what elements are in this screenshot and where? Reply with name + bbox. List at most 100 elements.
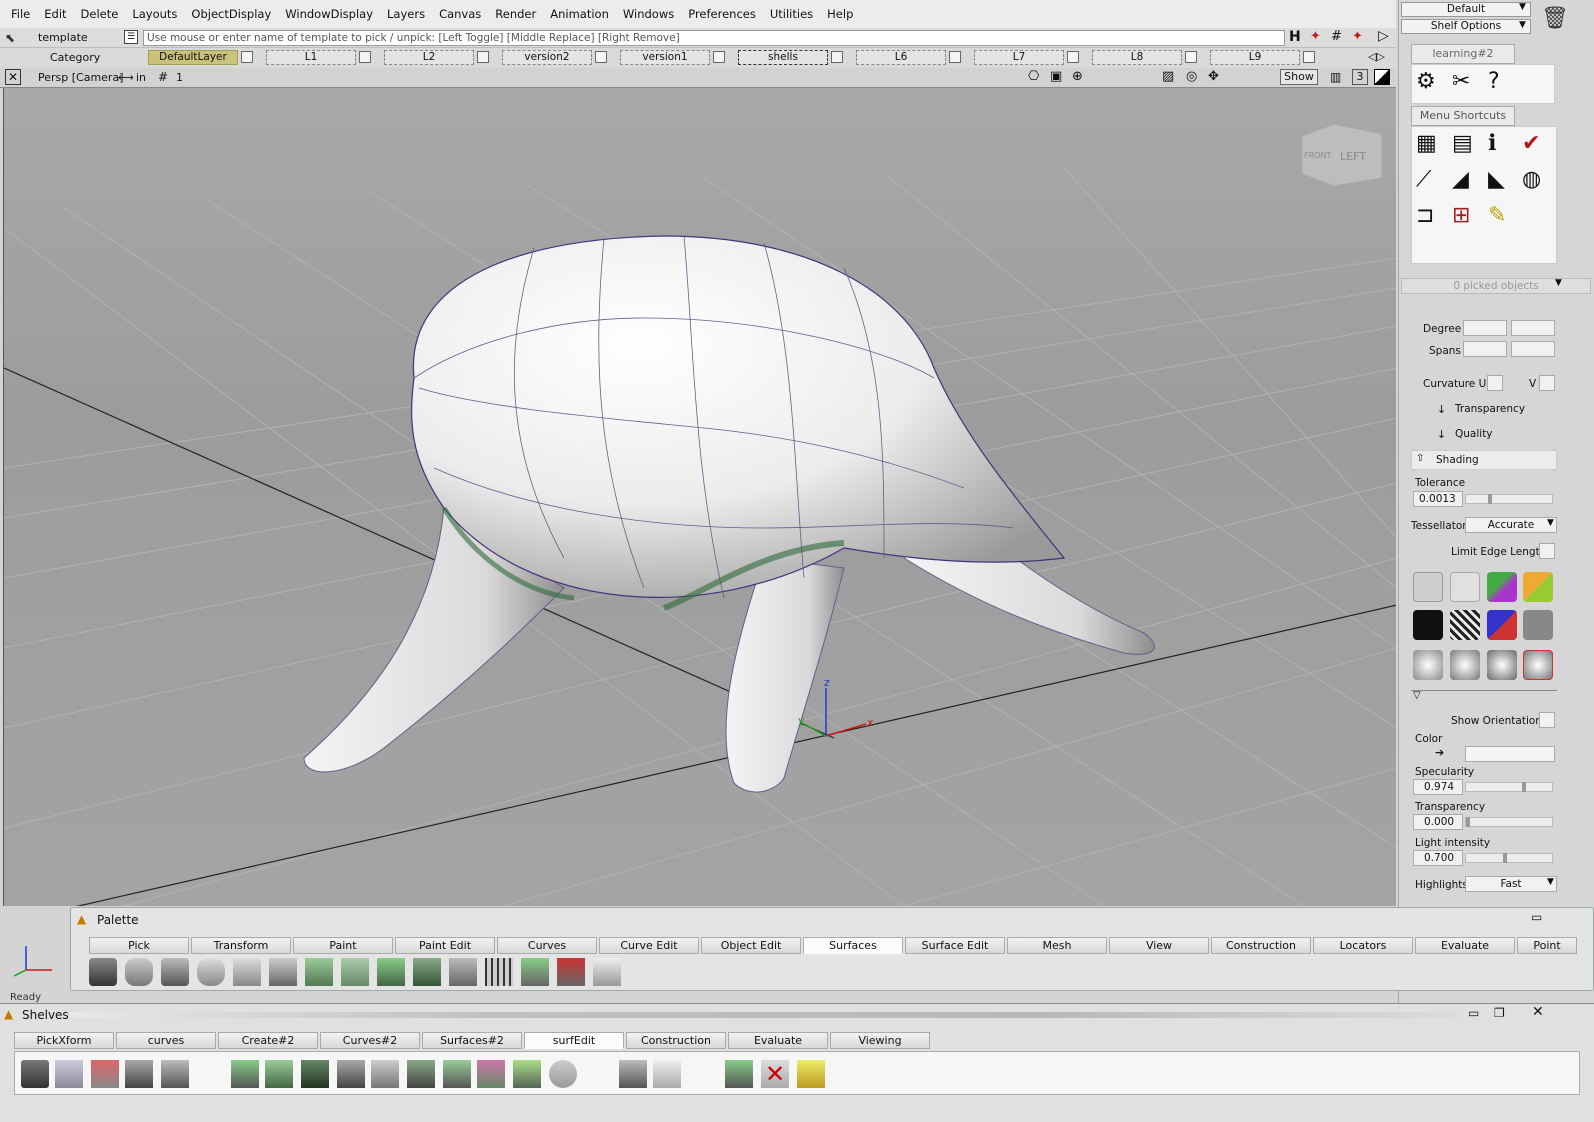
curve-tool-icon[interactable]: ⟋	[1416, 167, 1431, 192]
cylinder-icon[interactable]: ⊐	[1416, 203, 1434, 228]
template-input[interactable]: Use mouse or enter name of template to p…	[143, 30, 1285, 46]
curvature-v-checkbox[interactable]	[1539, 375, 1555, 391]
tab-curves[interactable]: curves	[116, 1032, 216, 1049]
cut-icon[interactable]	[619, 1060, 647, 1088]
layer-l7[interactable]: L7	[974, 50, 1079, 65]
move-icon[interactable]: ✥	[1208, 69, 1219, 84]
layer-checkbox[interactable]	[595, 51, 607, 63]
sphere-2-icon[interactable]	[1450, 650, 1480, 680]
play-icon[interactable]: ▷	[1378, 28, 1389, 44]
camera-label[interactable]: Persp [Camera]	[38, 71, 124, 84]
minimize-icon[interactable]: ▭	[1531, 910, 1542, 924]
menu-objectdisplay[interactable]: ObjectDisplay	[184, 7, 278, 21]
expand-arrow-icon[interactable]: ↓	[1437, 403, 1446, 416]
tolerance-slider[interactable]	[1465, 494, 1553, 504]
pick-point-icon[interactable]: ✦	[1310, 29, 1321, 44]
limit-edge-checkbox[interactable]	[1539, 543, 1555, 559]
menu-windowdisplay[interactable]: WindowDisplay	[278, 7, 380, 21]
sphere-3-icon[interactable]	[1487, 650, 1517, 680]
globe-icon[interactable]: ◍	[1522, 167, 1541, 192]
menu-windows[interactable]: Windows	[616, 7, 681, 21]
chevron-down-icon[interactable]: ▼	[1547, 518, 1554, 528]
round-icon[interactable]	[521, 958, 549, 986]
layer-checkbox[interactable]	[713, 51, 725, 63]
menu-file[interactable]: File	[4, 7, 37, 21]
stripe-shade-icon[interactable]	[1450, 610, 1480, 640]
color-swatch[interactable]	[1465, 746, 1555, 762]
chevron-down-icon[interactable]: ▼	[1519, 20, 1526, 30]
menu-layouts[interactable]: Layouts	[125, 7, 184, 21]
sticky-note-icon[interactable]	[797, 1060, 825, 1088]
menu-layers[interactable]: Layers	[380, 7, 432, 21]
light-intensity-field[interactable]: 0.700	[1413, 850, 1463, 866]
layout-icon[interactable]: ▥	[1330, 70, 1341, 84]
pick-tool-icon[interactable]	[55, 1060, 83, 1088]
shelf-tab-learning[interactable]: learning#2	[1411, 44, 1515, 64]
trash-icon[interactable]: 🗑	[1541, 6, 1569, 31]
boundary-icon[interactable]	[161, 958, 189, 986]
maximize-view-icon[interactable]	[1374, 69, 1390, 85]
transparency-field[interactable]: 0.000	[1413, 814, 1463, 830]
tessellator-select[interactable]: Accurate	[1465, 517, 1557, 533]
degree-v-field[interactable]	[1511, 320, 1555, 336]
h-icon[interactable]: H	[1289, 29, 1301, 45]
layer-scroll-arrows-icon[interactable]: ◁▷	[1368, 50, 1385, 63]
extend-icon[interactable]	[265, 1060, 293, 1088]
tab-evaluate[interactable]: Evaluate	[1415, 937, 1515, 954]
extrude-icon[interactable]	[233, 958, 261, 986]
align-icon[interactable]	[231, 1060, 259, 1088]
revolve-icon[interactable]	[89, 958, 117, 986]
check-icon[interactable]: ✔	[1522, 131, 1540, 156]
layer-l6[interactable]: L6	[856, 50, 961, 65]
rail-icon[interactable]	[269, 958, 297, 986]
preset-select[interactable]: Default	[1401, 2, 1531, 17]
chevron-down-icon[interactable]: ▼	[1555, 278, 1562, 288]
menu-render[interactable]: Render	[488, 7, 543, 21]
close-view-icon[interactable]: ✕	[5, 69, 21, 85]
pick-cv-icon[interactable]: #	[1331, 29, 1342, 44]
gray-shade-icon[interactable]	[1523, 610, 1553, 640]
tolerance-field[interactable]: 0.0013	[1413, 491, 1463, 507]
layer-l9[interactable]: L9	[1210, 50, 1315, 65]
layer-checkbox[interactable]	[1067, 51, 1079, 63]
tab-surfaces[interactable]: Surfaces	[803, 937, 903, 954]
curvature-u-checkbox[interactable]	[1487, 375, 1503, 391]
view-cube[interactable]: LEFT FRONT	[1301, 123, 1383, 187]
layer-checkbox[interactable]	[949, 51, 961, 63]
tab-curves[interactable]: Curves	[497, 937, 597, 954]
transparency-section[interactable]: Transparency	[1455, 403, 1525, 415]
color-shade-icon[interactable]	[1487, 572, 1517, 602]
tab-mesh[interactable]: Mesh	[1007, 937, 1107, 954]
surface-tool-icon[interactable]: ◢	[1452, 167, 1469, 192]
isophote-icon[interactable]	[1487, 610, 1517, 640]
copy-icon[interactable]	[653, 1060, 681, 1088]
wrench-icon[interactable]: ⚙	[1416, 69, 1436, 94]
tab-point[interactable]: Point	[1517, 937, 1577, 954]
specularity-field[interactable]: 0.974	[1413, 779, 1463, 795]
menu-preferences[interactable]: Preferences	[681, 7, 763, 21]
restore-icon[interactable]: ❐	[1494, 1006, 1505, 1020]
multi-blend-icon[interactable]	[485, 958, 513, 986]
tab-create2[interactable]: Create#2	[218, 1032, 318, 1049]
tab-pick[interactable]: Pick	[89, 937, 189, 954]
project-icon[interactable]	[513, 1060, 541, 1088]
diagnose-icon[interactable]	[725, 1060, 753, 1088]
menu-help[interactable]: Help	[820, 7, 860, 21]
note-icon[interactable]: ✎	[1488, 203, 1506, 228]
menu-edit[interactable]: Edit	[37, 7, 73, 21]
dolly-icon[interactable]: ▣	[1050, 69, 1062, 84]
smooth-shade-icon[interactable]	[1450, 572, 1480, 602]
detach-icon[interactable]	[371, 1060, 399, 1088]
offset-icon[interactable]	[377, 958, 405, 986]
layer-l8[interactable]: L8	[1092, 50, 1197, 65]
layer-checkbox[interactable]	[1303, 51, 1315, 63]
layer-checkbox[interactable]	[359, 51, 371, 63]
attach-icon[interactable]	[337, 1060, 365, 1088]
layer-l2[interactable]: L2	[384, 50, 489, 65]
menu-canvas[interactable]: Canvas	[432, 7, 488, 21]
layout-grid-icon[interactable]: ▦	[1416, 131, 1437, 156]
shaded-icon[interactable]	[1413, 572, 1443, 602]
tab-curves2[interactable]: Curves#2	[320, 1032, 420, 1049]
arrow-right-icon[interactable]: ➔	[1435, 746, 1444, 759]
rebuild-icon[interactable]	[407, 1060, 435, 1088]
